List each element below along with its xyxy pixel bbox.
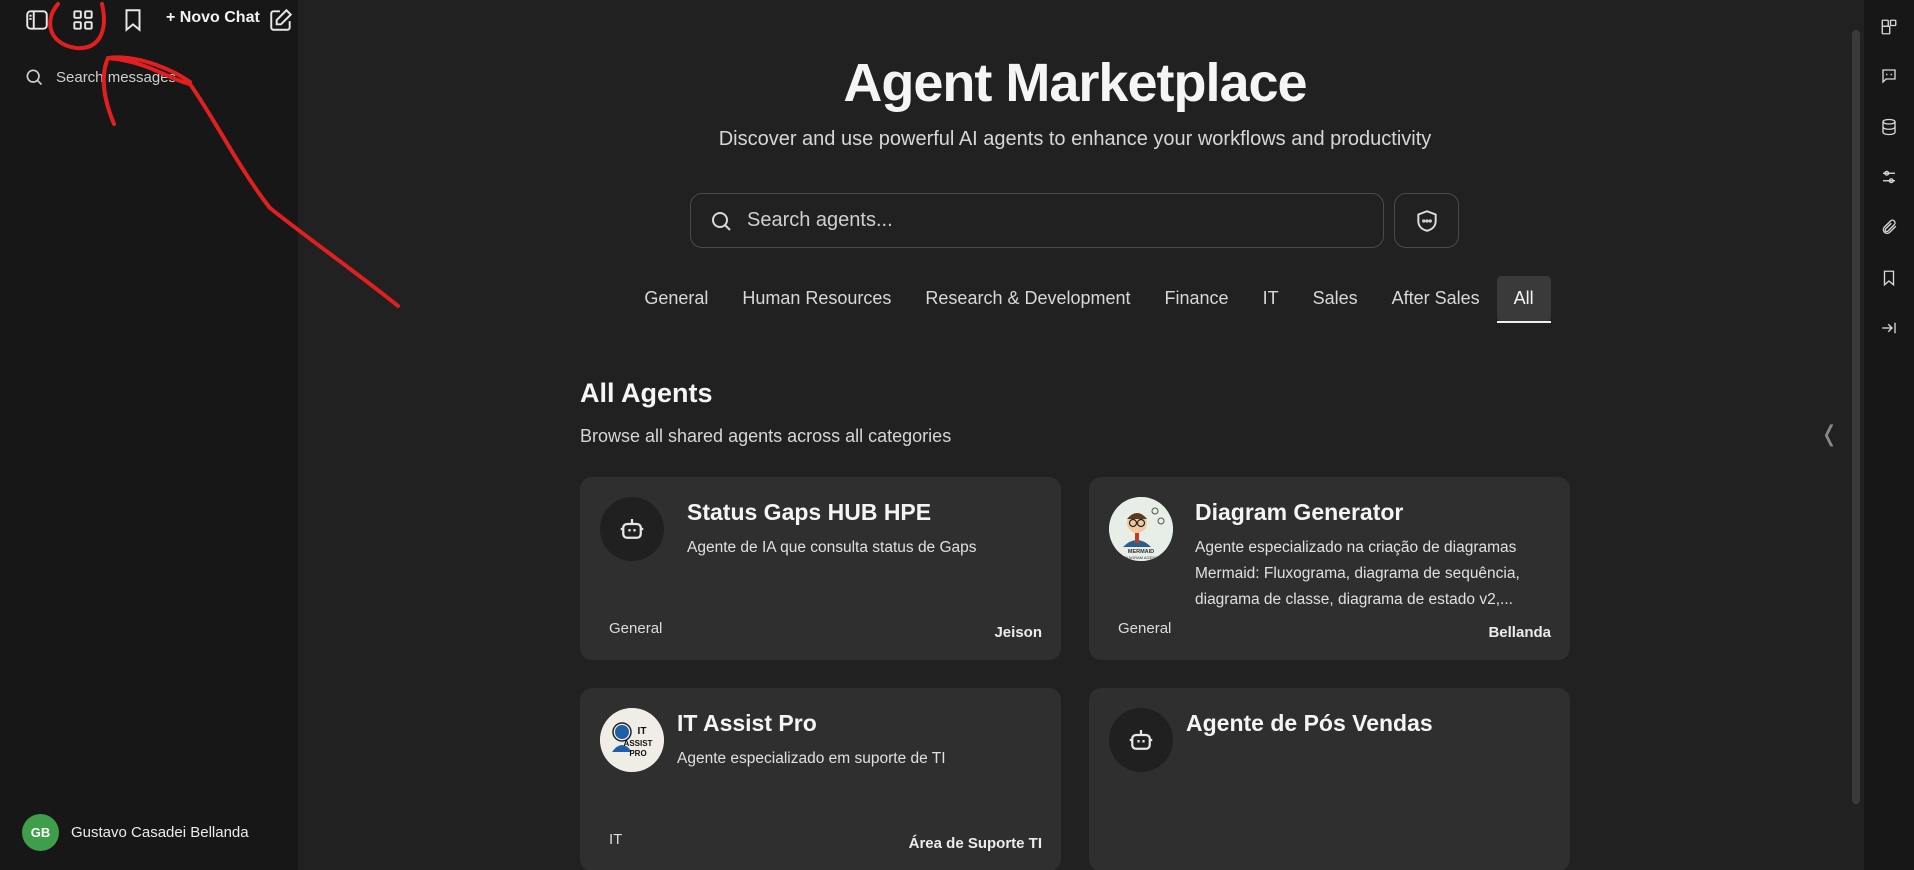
- edit-icon: [270, 8, 293, 31]
- avatar: GB: [22, 814, 59, 851]
- grid-icon: [73, 10, 93, 30]
- rail-parameters-button[interactable]: [1876, 164, 1902, 190]
- agent-name: Diagram Generator: [1195, 499, 1404, 525]
- agent-author: Área de Suporte TI: [908, 835, 1042, 852]
- compose-button[interactable]: [266, 5, 296, 35]
- marketplace-button[interactable]: [68, 5, 98, 35]
- sidebar-toggle-button[interactable]: [22, 5, 52, 35]
- blocks-icon: [1881, 19, 1897, 35]
- tab-all[interactable]: All: [1496, 276, 1551, 323]
- tab-general[interactable]: General: [627, 276, 725, 321]
- user-name: Gustavo Casadei Bellanda: [71, 824, 249, 841]
- agent-author: Bellanda: [1488, 624, 1551, 641]
- tab-finance[interactable]: Finance: [1148, 276, 1246, 321]
- search-icon: [712, 211, 731, 231]
- rail-attachments-button[interactable]: [1876, 214, 1902, 240]
- admin-settings-button[interactable]: [1394, 193, 1459, 248]
- agent-card[interactable]: MERMAID DIAGRAM AGENT Diagram Generator …: [1089, 477, 1570, 660]
- bookmark-icon: [1883, 270, 1895, 287]
- tab-sales[interactable]: Sales: [1296, 276, 1375, 321]
- agent-category: General: [609, 620, 663, 637]
- bookmarks-button[interactable]: [118, 5, 148, 35]
- search-icon: [26, 69, 43, 86]
- svg-text:IT: IT: [638, 726, 647, 737]
- paperclip-icon: [1882, 219, 1897, 234]
- user-profile[interactable]: GB Gustavo Casadei Bellanda: [22, 814, 249, 851]
- agent-card[interactable]: Status Gaps HUB HPE Agente de IA que con…: [580, 477, 1061, 660]
- agent-avatar: IT ASSIST PRO: [600, 708, 664, 772]
- shield-icon: [1416, 209, 1437, 232]
- sidebar-toggle-icon: [26, 10, 48, 30]
- rail-prompts-button[interactable]: [1876, 63, 1902, 89]
- svg-text:ASSIST: ASSIST: [624, 739, 653, 748]
- agent-category: IT: [609, 831, 623, 848]
- scrollbar[interactable]: [1852, 30, 1860, 804]
- tab-human-resources[interactable]: Human Resources: [725, 276, 908, 321]
- svg-text:DIAGRAM AGENT: DIAGRAM AGENT: [1124, 555, 1158, 560]
- main-content: Agent Marketplace Discover and use power…: [298, 0, 1864, 870]
- agent-category: General: [1118, 620, 1172, 637]
- new-chat-button[interactable]: + Novo Chat: [166, 9, 260, 27]
- rail-bookmarks-button[interactable]: [1876, 265, 1902, 291]
- sliders-icon: [1883, 170, 1895, 184]
- agent-description: Agente especializado na criação de diagr…: [1195, 539, 1520, 608]
- agent-card[interactable]: IT ASSIST PRO IT Assist Pro Agente espec…: [580, 688, 1061, 870]
- page-title: Agent Marketplace: [843, 53, 1307, 113]
- agent-search-input[interactable]: [747, 209, 1347, 232]
- tab-it[interactable]: IT: [1246, 276, 1296, 321]
- agent-name: IT Assist Pro: [677, 710, 817, 736]
- section-title: All Agents: [580, 378, 713, 408]
- category-tabs: General Human Resources Research & Devel…: [298, 276, 1852, 323]
- mermaid-logo: MERMAID DIAGRAM AGENT: [1109, 497, 1173, 561]
- agent-description: Agente especializado em suporte de TI: [677, 750, 946, 767]
- agent-avatar: [600, 497, 664, 561]
- bookmark-icon: [125, 9, 141, 32]
- rail-collapse-button[interactable]: [1876, 315, 1902, 341]
- tab-after-sales[interactable]: After Sales: [1375, 276, 1497, 321]
- agent-avatar: [1109, 708, 1173, 772]
- page-subtitle: Discover and use powerful AI agents to e…: [718, 128, 1432, 150]
- tab-research-development[interactable]: Research & Development: [908, 276, 1147, 321]
- rail-memory-button[interactable]: [1876, 114, 1902, 140]
- message-search: [24, 64, 274, 90]
- right-rail: [1864, 0, 1914, 870]
- arrow-right-to-line-icon: [1882, 322, 1896, 334]
- sidebar-toolbar: + Novo Chat: [0, 0, 298, 38]
- left-sidebar: + Novo Chat GB Gustavo Casadei Bellanda: [0, 0, 298, 870]
- it-assist-logo: IT ASSIST PRO: [600, 708, 664, 772]
- message-square-icon: [1882, 69, 1896, 84]
- collapse-panel-handle[interactable]: ❬: [1820, 421, 1838, 447]
- agent-description: Agente de IA que consulta status de Gaps: [687, 539, 977, 556]
- svg-text:PRO: PRO: [629, 749, 646, 758]
- agent-name: Status Gaps HUB HPE: [687, 499, 932, 525]
- database-icon: [1882, 118, 1896, 136]
- section-subtitle: Browse all shared agents across all cate…: [580, 426, 952, 446]
- agent-avatar: MERMAID DIAGRAM AGENT: [1109, 497, 1173, 561]
- agent-author: Jeison: [994, 624, 1042, 641]
- agent-search-box: [690, 193, 1384, 248]
- message-search-input[interactable]: [56, 68, 256, 86]
- agent-card[interactable]: Agente de Pós Vendas: [1089, 688, 1570, 870]
- robot-icon: [620, 519, 644, 539]
- robot-icon: [1129, 730, 1153, 750]
- agent-name: Agente de Pós Vendas: [1186, 710, 1433, 736]
- rail-agents-button[interactable]: [1876, 14, 1902, 40]
